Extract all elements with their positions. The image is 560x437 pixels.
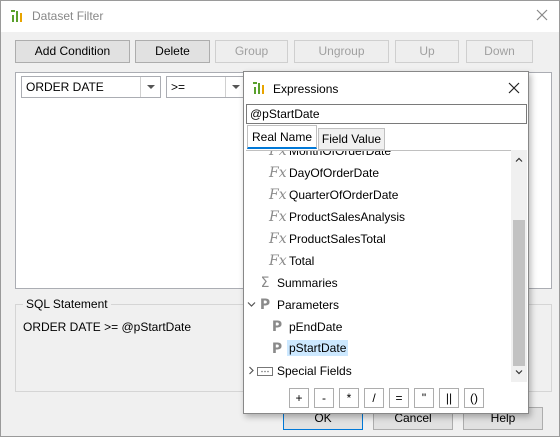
- field-select[interactable]: ORDER DATE: [21, 76, 161, 98]
- formula-icon: Fx: [269, 231, 287, 247]
- formula-icon: Fx: [269, 165, 287, 181]
- chevron-down-icon[interactable]: [140, 77, 160, 97]
- expressions-icon: [253, 82, 264, 94]
- parameter-icon: P: [259, 297, 271, 313]
- chevron-down-icon[interactable]: [225, 77, 245, 97]
- dataset-filter-icon: [11, 10, 22, 22]
- tree-scrollbar[interactable]: [511, 150, 527, 382]
- formula-icon: Fx: [269, 187, 287, 203]
- title-bar: Dataset Filter: [1, 1, 559, 32]
- tree-item-parameters[interactable]: P Parameters: [246, 294, 511, 316]
- formula-icon: Fx: [269, 150, 287, 159]
- quote-operator-button[interactable]: ": [414, 388, 434, 408]
- close-icon[interactable]: [535, 8, 549, 22]
- tab-real-name[interactable]: Real Name: [247, 125, 317, 149]
- tree-item[interactable]: P pEndDate: [246, 316, 511, 338]
- tree-item-special-fields[interactable]: Special Fields: [246, 360, 511, 382]
- field-select-value: ORDER DATE: [26, 80, 104, 94]
- sql-statement-text: ORDER DATE >= @pStartDate: [23, 320, 192, 334]
- tree-item[interactable]: Fx Total: [246, 250, 511, 272]
- chevron-down-icon[interactable]: [247, 300, 256, 309]
- minus-operator-button[interactable]: -: [314, 388, 334, 408]
- equals-operator-button[interactable]: =: [389, 388, 409, 408]
- sql-statement-legend: SQL Statement: [23, 297, 111, 311]
- down-button[interactable]: Down: [466, 40, 533, 63]
- divide-operator-button[interactable]: /: [364, 388, 384, 408]
- selected-item-label: pStartDate: [287, 340, 349, 356]
- delete-button[interactable]: Delete: [135, 40, 210, 63]
- group-button[interactable]: Group: [215, 40, 288, 63]
- expressions-popup: Expressions Real Name Field Value Fx Mon…: [243, 71, 529, 414]
- tree-item[interactable]: Fx MonthOfOrderDate: [246, 150, 511, 162]
- concat-operator-button[interactable]: ||: [439, 388, 459, 408]
- tree-item[interactable]: Fx ProductSalesTotal: [246, 228, 511, 250]
- scroll-up-icon[interactable]: [515, 156, 523, 164]
- tree-item-summaries[interactable]: Σ Summaries: [246, 272, 511, 294]
- parameter-icon: P: [271, 319, 283, 335]
- expressions-title-bar: Expressions: [244, 72, 528, 104]
- plus-operator-button[interactable]: +: [289, 388, 309, 408]
- formula-icon: Fx: [269, 209, 287, 225]
- operator-bar: + - * / = " || (): [244, 386, 528, 414]
- operator-select-value: >=: [171, 80, 186, 94]
- tree-item[interactable]: Fx DayOfOrderDate: [246, 162, 511, 184]
- chevron-right-icon[interactable]: [247, 366, 256, 375]
- expressions-title: Expressions: [273, 82, 339, 96]
- window-title: Dataset Filter: [32, 9, 104, 23]
- scroll-down-icon[interactable]: [515, 368, 523, 376]
- operator-select[interactable]: >=: [166, 76, 246, 98]
- special-fields-icon: [257, 367, 273, 376]
- tree-item[interactable]: Fx ProductSalesAnalysis: [246, 206, 511, 228]
- ungroup-button[interactable]: Ungroup: [294, 40, 389, 63]
- close-icon[interactable]: [508, 82, 520, 94]
- tab-field-value[interactable]: Field Value: [318, 128, 385, 150]
- scrollbar-thumb[interactable]: [513, 220, 525, 366]
- expressions-tree: Fx MonthOfOrderDate Fx DayOfOrderDate Fx…: [246, 150, 511, 382]
- add-condition-button[interactable]: Add Condition: [15, 40, 130, 63]
- tree-item[interactable]: P pStartDate: [246, 338, 511, 360]
- up-button[interactable]: Up: [395, 40, 459, 63]
- tree-item[interactable]: Fx QuarterOfOrderDate: [246, 184, 511, 206]
- expression-input[interactable]: [246, 104, 527, 124]
- sigma-icon: Σ: [260, 275, 270, 291]
- formula-icon: Fx: [269, 253, 287, 269]
- multiply-operator-button[interactable]: *: [339, 388, 359, 408]
- parentheses-operator-button[interactable]: (): [464, 388, 484, 408]
- parameter-icon: P: [271, 341, 283, 357]
